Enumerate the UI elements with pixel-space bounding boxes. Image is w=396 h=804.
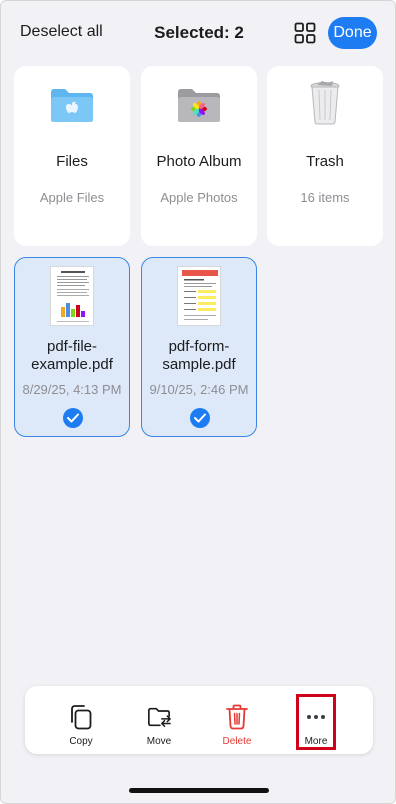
- file-name-line: example.pdf: [31, 356, 113, 373]
- files-folder-icon: [14, 86, 130, 124]
- trash-icon: [226, 704, 248, 730]
- location-card-photo-album[interactable]: Photo Album Apple Photos: [141, 66, 257, 246]
- file-card[interactable]: pdf-file- example.pdf 8/29/25, 4:13 PM: [14, 257, 130, 437]
- location-name: Trash: [306, 153, 344, 170]
- location-card-files[interactable]: Files Apple Files: [14, 66, 130, 246]
- copy-icon: [71, 705, 92, 730]
- location-subtitle: Apple Files: [39, 190, 105, 205]
- file-name: pdf-form- sample.pdf: [142, 338, 256, 374]
- bottom-toolbar: Copy Move Delete More: [25, 686, 373, 754]
- more-ellipsis-icon: [307, 715, 325, 719]
- done-button[interactable]: Done: [328, 17, 377, 49]
- file-date: 9/10/25, 2:46 PM: [149, 382, 249, 397]
- move-label: Move: [146, 736, 172, 747]
- delete-label: Delete: [222, 736, 252, 747]
- copy-label: Copy: [69, 736, 93, 747]
- location-name: Files: [56, 153, 88, 170]
- grid-view-icon[interactable]: [294, 22, 316, 44]
- more-button[interactable]: More: [286, 686, 346, 754]
- move-folder-icon: [148, 707, 171, 727]
- location-subtitle: 16 items: [300, 190, 350, 205]
- file-name-line: sample.pdf: [162, 356, 236, 373]
- deselect-all-button[interactable]: Deselect all: [20, 23, 103, 41]
- delete-button[interactable]: Delete: [207, 686, 267, 754]
- location-subtitle: Apple Photos: [160, 190, 238, 205]
- pdf-thumbnail: [142, 266, 256, 326]
- home-indicator[interactable]: [129, 788, 269, 793]
- location-name: Photo Album: [156, 153, 242, 170]
- copy-button[interactable]: Copy: [51, 686, 111, 754]
- file-date: 8/29/25, 4:13 PM: [22, 382, 122, 397]
- photos-folder-icon: [141, 86, 257, 124]
- location-card-trash[interactable]: Trash 16 items: [267, 66, 383, 246]
- file-card[interactable]: pdf-form- sample.pdf 9/10/25, 2:46 PM: [141, 257, 257, 437]
- file-name-line: pdf-form-: [168, 338, 230, 355]
- trash-bin-icon: [267, 80, 383, 126]
- more-label: More: [304, 736, 328, 747]
- header: Deselect all Selected: 2 Done: [1, 1, 395, 61]
- pdf-thumbnail: [15, 266, 129, 326]
- move-button[interactable]: Move: [129, 686, 189, 754]
- app-frame: Deselect all Selected: 2 Done Files Appl…: [0, 0, 396, 804]
- file-name-line: pdf-file-: [46, 338, 98, 355]
- checkmark-icon[interactable]: [63, 408, 83, 428]
- checkmark-icon[interactable]: [190, 408, 210, 428]
- file-name: pdf-file- example.pdf: [15, 338, 129, 374]
